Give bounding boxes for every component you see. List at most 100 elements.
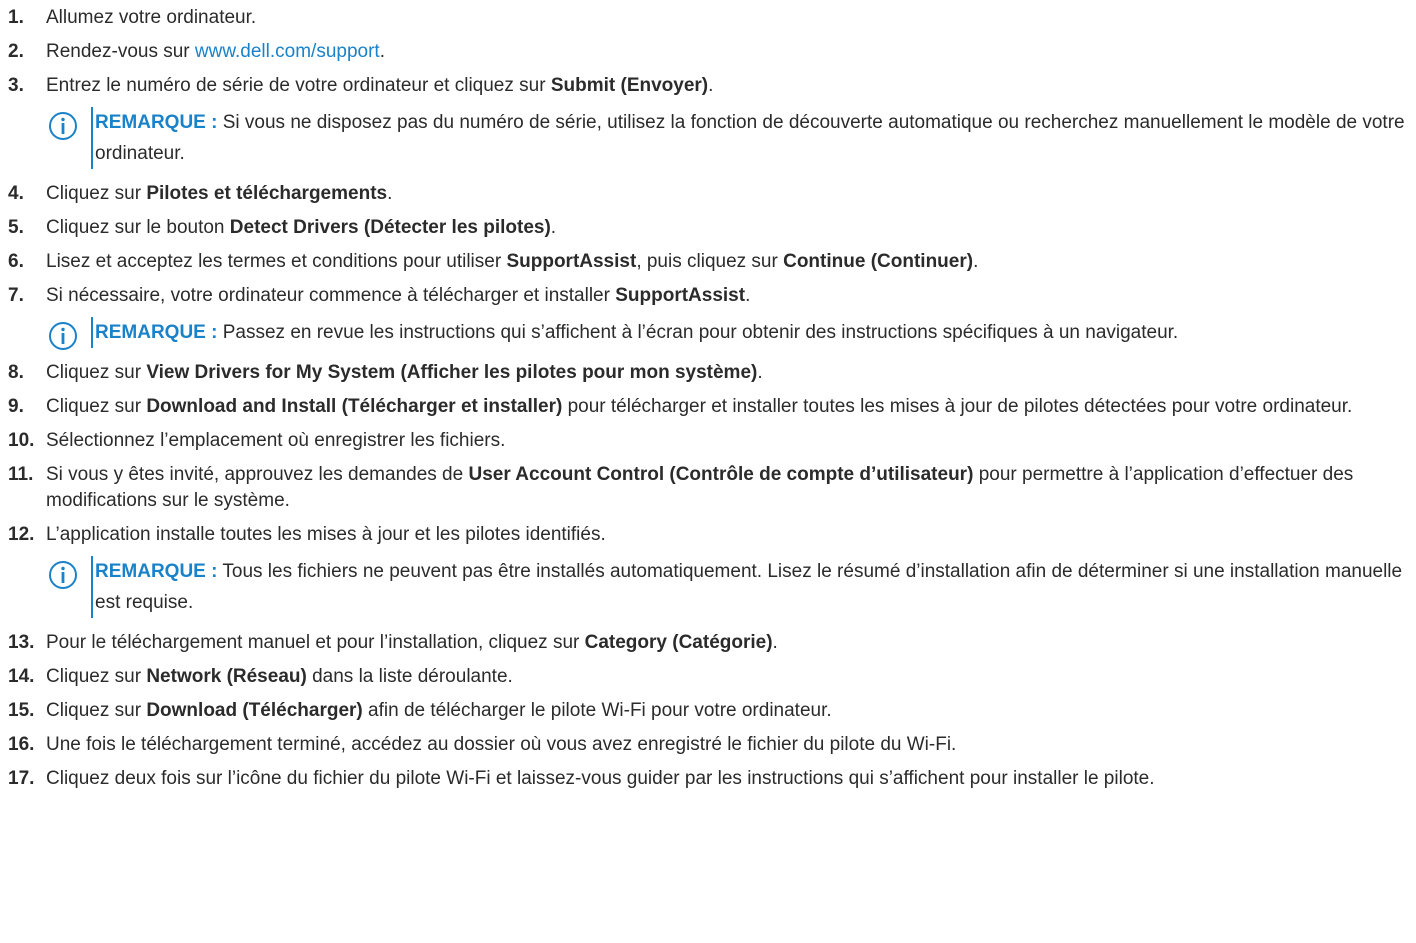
step-text: Cliquez deux fois sur l’icône du fichier… [46,768,1155,789]
step-text: Lisez et acceptez les termes et conditio… [46,251,978,272]
step-text-segment: Cliquez sur [46,362,147,383]
step-emphasis: View Drivers for My System (Afficher les… [146,362,758,383]
step-number: 1. [8,7,24,28]
step-number: 13. [8,632,35,653]
step-emphasis: SupportAssist [615,285,746,306]
note-body: REMARQUE : Si vous ne disposez pas du nu… [91,107,1406,169]
step-text-segment: Une fois le téléchargement terminé, accé… [46,734,957,755]
step-text-segment: Cliquez sur [46,700,147,721]
step-text: Entrez le numéro de série de votre ordin… [46,75,713,96]
step-text: Cliquez sur Download and Install (Téléch… [46,396,1352,417]
step-text: Cliquez sur Network (Réseau) dans la lis… [46,666,513,687]
note-text: Si vous ne disposez pas du numéro de sér… [95,112,1405,164]
note-label: REMARQUE : [95,112,218,133]
note-label: REMARQUE : [95,561,218,582]
step-item: 1. Allumez votre ordinateur. [0,5,1416,31]
step-text-segment: L’application installe toutes les mises … [46,524,606,545]
step-text: Une fois le téléchargement terminé, accé… [46,734,956,755]
step-number: 2. [8,41,24,62]
note-text: Tous les fichiers ne peuvent pas être in… [95,561,1403,613]
step-item: 13. Pour le téléchargement manuel et pour… [0,630,1416,656]
step-text-segment: . [757,362,763,383]
step-item: 9. Cliquez sur Download and Install (Télé… [0,394,1416,420]
step-text-segment: Cliquez sur [46,183,147,204]
support-link[interactable]: www.dell.com/support [195,41,380,62]
step-text-segment: . [387,183,393,204]
step-number: 4. [8,183,24,204]
step-text-segment: Cliquez deux fois sur l’icône du fichier… [46,768,1155,789]
step-emphasis: Download and Install (Télécharger et ins… [146,396,563,417]
step-number: 7. [8,285,24,306]
step-text-segment: Cliquez sur [46,666,147,687]
step-text-segment: dans la liste déroulante. [306,666,513,687]
step-item: 12. L’application installe toutes les mis… [0,522,1416,548]
step-text-segment: . [745,285,751,306]
step-item: 11. Si vous y êtes invité, approuvez les … [0,462,1416,514]
step-text-segment: Rendez-vous sur [46,41,195,62]
step-text-segment: Si vous y êtes invité, approuvez les dem… [46,464,469,485]
step-text: Si vous y êtes invité, approuvez les dem… [46,464,1353,511]
step-item: 5. Cliquez sur le bouton Detect Drivers (… [0,215,1416,241]
step-number: 11. [8,464,34,485]
note-callout: REMARQUE : Passez en revue les instructi… [48,317,1406,350]
step-text-segment: . [379,41,385,62]
step-item: 10. Sélectionnez l’emplacement où enregis… [0,428,1416,454]
step-emphasis: Download (Télécharger) [146,700,363,721]
step-text: Cliquez sur Pilotes et téléchargements. [46,183,392,204]
step-emphasis: Network (Réseau) [146,666,307,687]
step-text-segment: afin de télécharger le pilote Wi-Fi pour… [362,700,832,721]
step-emphasis: Category (Catégorie) [584,632,773,653]
step-item: 8. Cliquez sur View Drivers for My System… [0,360,1416,386]
step-item: 14. Cliquez sur Network (Réseau) dans la … [0,664,1416,690]
step-text: Allumez votre ordinateur. [46,7,256,28]
note-callout: REMARQUE : Si vous ne disposez pas du nu… [48,107,1406,169]
step-number: 14. [8,666,35,687]
step-text-segment: Sélectionnez l’emplacement où enregistre… [46,430,506,451]
step-text: Pour le téléchargement manuel et pour l’… [46,632,778,653]
step-text-segment: . [772,632,778,653]
note-callout: REMARQUE : Tous les fichiers ne peuvent … [48,556,1406,618]
step-number: 6. [8,251,24,272]
step-text-segment: Pour le téléchargement manuel et pour l’… [46,632,585,653]
step-emphasis: Continue (Continuer) [783,251,974,272]
step-text: Sélectionnez l’emplacement où enregistre… [46,430,505,451]
step-item: 15. Cliquez sur Download (Télécharger) af… [0,698,1416,724]
step-number: 3. [8,75,24,96]
step-text: Rendez-vous sur www.dell.com/support. [46,41,385,62]
step-number: 15. [8,700,35,721]
step-emphasis: SupportAssist [506,251,637,272]
step-text-segment: Lisez et acceptez les termes et conditio… [46,251,507,272]
step-item: 16. Une fois le téléchargement terminé, a… [0,732,1416,758]
step-number: 10. [8,430,35,451]
step-text-segment: Allumez votre ordinateur. [46,7,257,28]
step-text-segment: . [550,217,557,238]
step-number: 8. [8,362,24,383]
step-item: 2. Rendez-vous sur www.dell.com/support. [0,39,1416,65]
step-emphasis: Submit (Envoyer) [550,75,709,96]
step-number: 16. [8,734,35,755]
step-text-segment: . [708,75,714,96]
step-text: Cliquez sur Download (Télécharger) afin … [46,700,832,721]
step-text-segment: . [973,251,979,272]
step-item: 7. Si nécessaire, votre ordinateur commen… [0,283,1416,309]
step-text-segment: pour télécharger et installer toutes les… [562,396,1353,417]
step-emphasis: Detect Drivers (Détecter les pilotes) [229,217,551,238]
step-number: 9. [8,396,24,417]
note-label: REMARQUE : [95,322,218,343]
step-item: 4. Cliquez sur Pilotes et téléchargements… [0,181,1416,207]
step-item: 17. Cliquez deux fois sur l’icône du fich… [0,766,1416,792]
step-text: Si nécessaire, votre ordinateur commence… [46,285,750,306]
step-number: 5. [8,217,24,238]
note-text: Passez en revue les instructions qui s’a… [217,322,1179,343]
instruction-document: 1. Allumez votre ordinateur. 2. Rendez-vous… [0,0,1416,792]
step-text-segment: Cliquez sur le bouton [46,217,230,238]
step-number: 17. [8,768,35,789]
note-body: REMARQUE : Passez en revue les instructi… [91,317,1406,348]
step-item: 3. Entrez le numéro de série de votre ord… [0,73,1416,99]
step-text: Cliquez sur View Drivers for My System (… [46,362,763,383]
step-text-segment: Entrez le numéro de série de votre ordin… [46,75,551,96]
step-text-segment: Si nécessaire, votre ordinateur commence… [46,285,616,306]
note-body: REMARQUE : Tous les fichiers ne peuvent … [91,556,1406,618]
step-number: 12. [8,524,35,545]
step-text-segment: , puis cliquez sur [636,251,784,272]
